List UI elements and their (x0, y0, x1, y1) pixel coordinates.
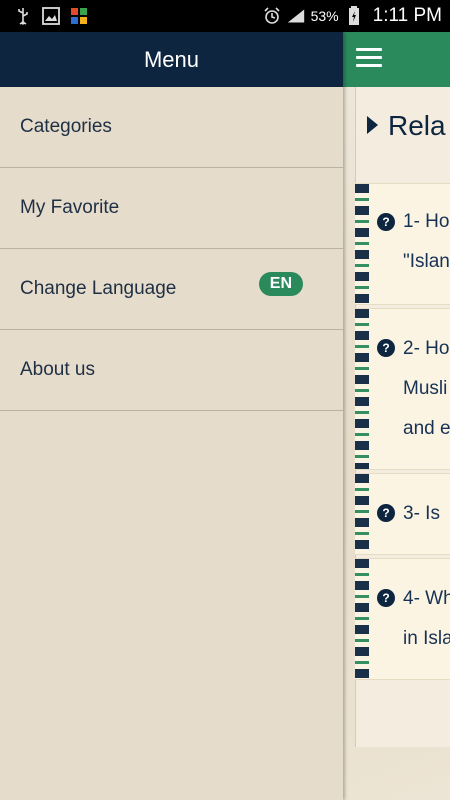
question-icon: ? (377, 504, 395, 522)
menu-item-categories[interactable]: Categories (0, 87, 343, 168)
question-card[interactable]: ? 4- Wh in Isla (355, 558, 450, 680)
section-title: Rela (367, 110, 446, 142)
question-icon: ? (377, 589, 395, 607)
alarm-icon (263, 7, 281, 25)
language-badge: EN (258, 272, 303, 296)
question-line: 4- Wh (403, 588, 450, 609)
question-line: in Isla (403, 628, 450, 649)
drawer-title: Menu (0, 32, 343, 87)
question-line: 3- Is (403, 503, 440, 524)
question-icon: ? (377, 339, 395, 357)
question-line: Musli (403, 378, 448, 399)
usb-icon (14, 7, 32, 25)
menu-item-change-language[interactable]: Change Language EN (0, 249, 343, 330)
ornament-border (355, 184, 369, 304)
ornament-border (355, 474, 369, 554)
menu-item-label: About us (20, 359, 95, 380)
question-card[interactable]: ? 2- Ho Musli and e (355, 308, 450, 470)
app-toolbar (343, 32, 450, 87)
play-triangle-icon (367, 115, 378, 134)
question-card[interactable]: ? 3- Is (355, 473, 450, 555)
question-line: 2- Ho (403, 338, 450, 359)
navigation-drawer: Menu Categories My Favorite Change Langu… (0, 32, 343, 800)
question-line: "Islan (403, 251, 450, 272)
ornament-border (355, 309, 369, 469)
image-icon (42, 7, 60, 25)
question-card[interactable]: ? 1- Ho "Islan (355, 183, 450, 305)
question-line: and e (403, 418, 450, 439)
battery-percent: 53% (310, 8, 339, 24)
background-app: Rela ? 1- Ho "Islan ? 2- Ho Musli and e … (343, 32, 450, 800)
ornament-border (355, 559, 369, 679)
menu-item-label: Change Language (20, 278, 177, 299)
app-icon (70, 7, 88, 25)
clock: 1:11 PM (372, 5, 442, 26)
hamburger-menu-icon[interactable] (356, 48, 382, 68)
menu-item-label: Categories (20, 116, 112, 137)
question-icon: ? (377, 213, 395, 231)
battery-icon (345, 6, 363, 25)
menu-item-label: My Favorite (20, 197, 120, 218)
question-line: 1- Ho (403, 211, 450, 232)
status-bar: 53% 1:11 PM (0, 0, 450, 32)
signal-icon (287, 7, 305, 25)
menu-item-about-us[interactable]: About us (0, 330, 343, 411)
menu-item-my-favorite[interactable]: My Favorite (0, 168, 343, 249)
